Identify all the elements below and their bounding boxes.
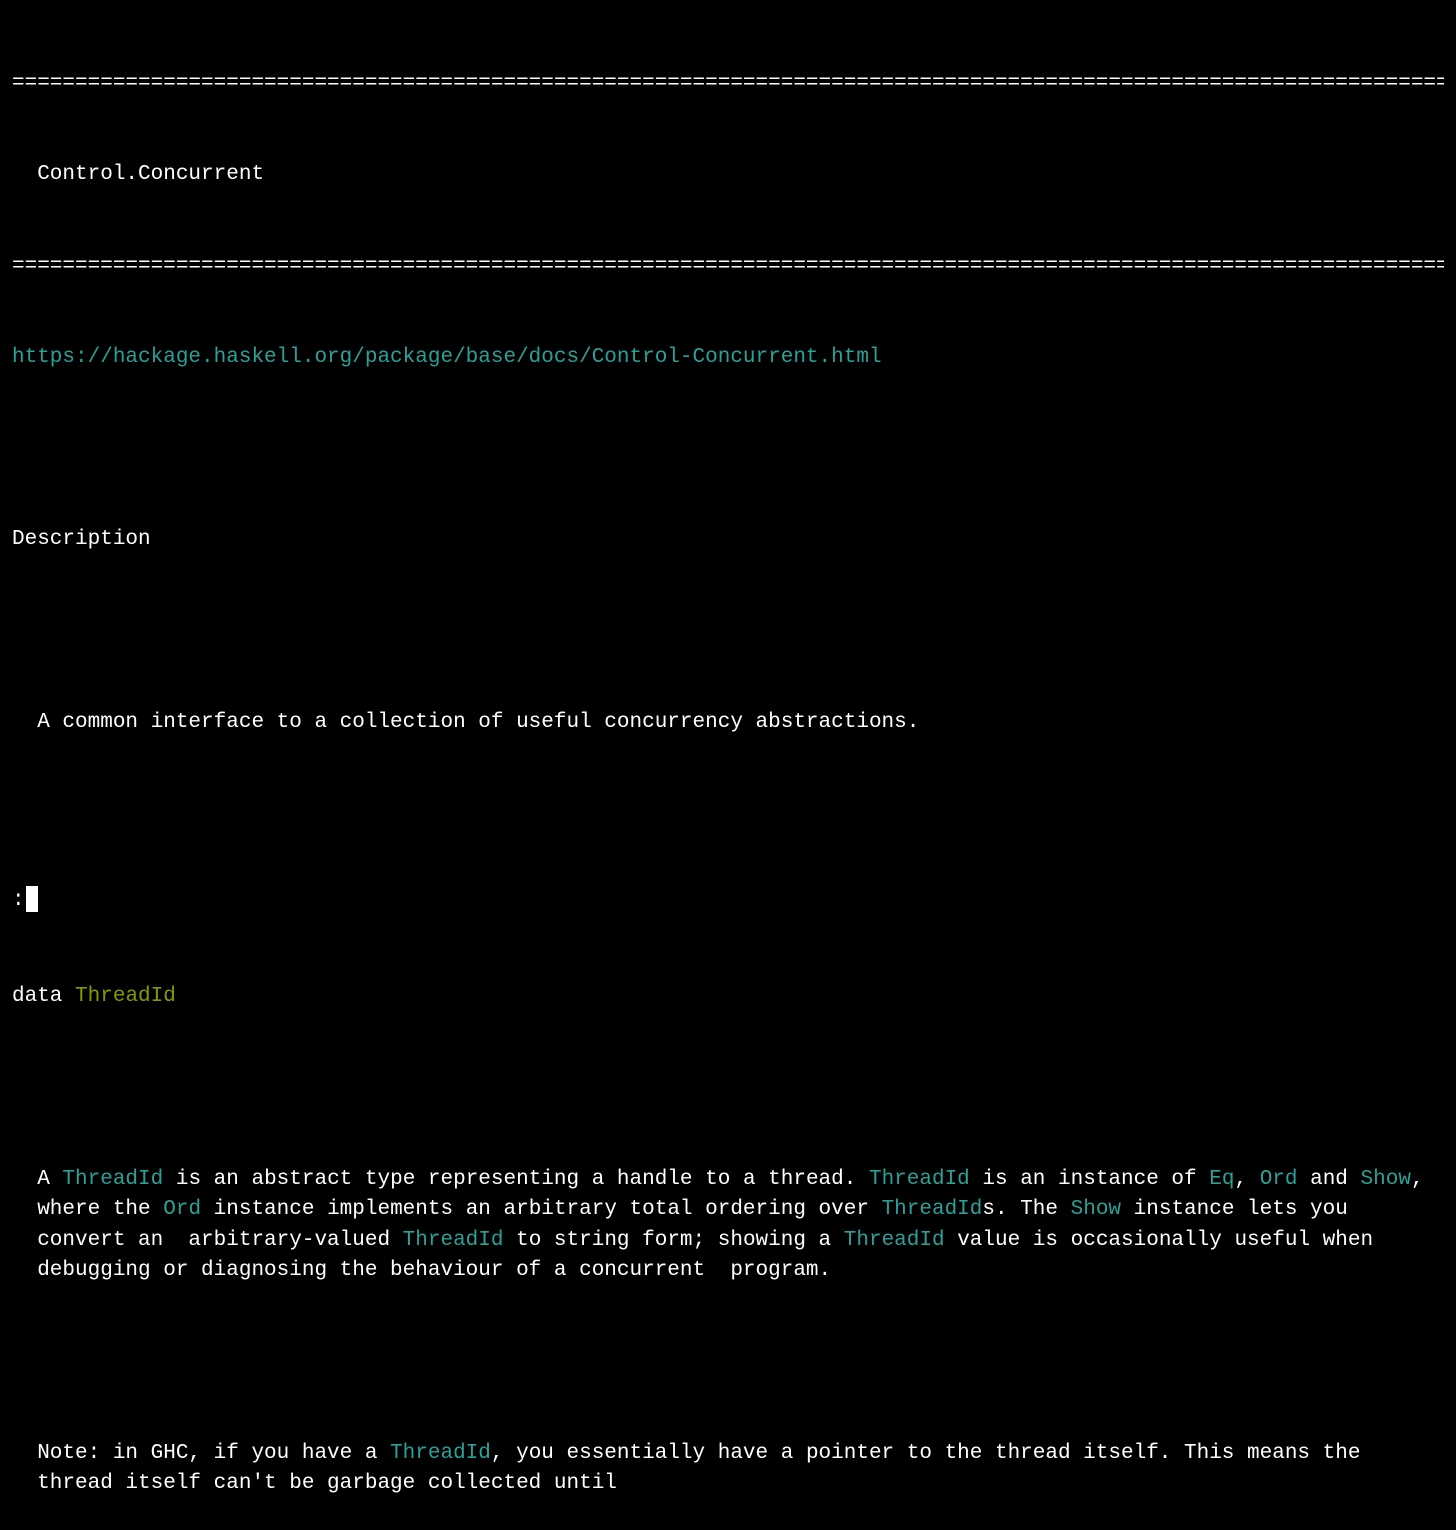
module-title: Control.Concurrent — [12, 160, 1444, 190]
threadid-doc-paragraph-1: A ThreadId is an abstract type represent… — [12, 1165, 1444, 1287]
type-name-threadid: ThreadId — [75, 985, 176, 1008]
description-body: A common interface to a collection of us… — [12, 708, 1444, 738]
type-ref-ord[interactable]: Ord — [1260, 1168, 1298, 1191]
type-ref-show[interactable]: Show — [1361, 1168, 1411, 1191]
type-ref-show[interactable]: Show — [1071, 1198, 1121, 1221]
pager-prompt[interactable]: : — [12, 886, 38, 916]
blank-line — [12, 1347, 1444, 1377]
divider-bottom: ========================================… — [12, 252, 1444, 282]
terminal-output: ========================================… — [0, 0, 1456, 1530]
description-heading: Description — [12, 525, 1444, 555]
blank-line — [12, 1073, 1444, 1103]
type-ref-threadid[interactable]: ThreadId — [403, 1229, 504, 1252]
cursor-icon — [26, 886, 39, 911]
divider-top: ========================================… — [12, 69, 1444, 99]
blank-line — [12, 891, 1444, 921]
blank-line — [12, 434, 1444, 464]
threadid-doc-paragraph-2: Note: in GHC, if you have a ThreadId, yo… — [12, 1439, 1444, 1500]
doc-url-link[interactable]: https://hackage.haskell.org/package/base… — [12, 346, 882, 369]
data-declaration: data ThreadId — [12, 982, 1444, 1012]
blank-line — [12, 799, 1444, 829]
keyword-data: data — [12, 985, 62, 1008]
type-ref-threadid[interactable]: ThreadId — [869, 1168, 970, 1191]
type-ref-ord[interactable]: Ord — [163, 1198, 201, 1221]
type-ref-threadid[interactable]: ThreadId — [844, 1229, 945, 1252]
type-ref-threadid[interactable]: ThreadId — [62, 1168, 163, 1191]
type-ref-threadid[interactable]: ThreadId — [390, 1442, 491, 1465]
type-ref-threadid[interactable]: ThreadId — [882, 1198, 983, 1221]
blank-line — [12, 617, 1444, 647]
type-ref-eq[interactable]: Eq — [1209, 1168, 1234, 1191]
